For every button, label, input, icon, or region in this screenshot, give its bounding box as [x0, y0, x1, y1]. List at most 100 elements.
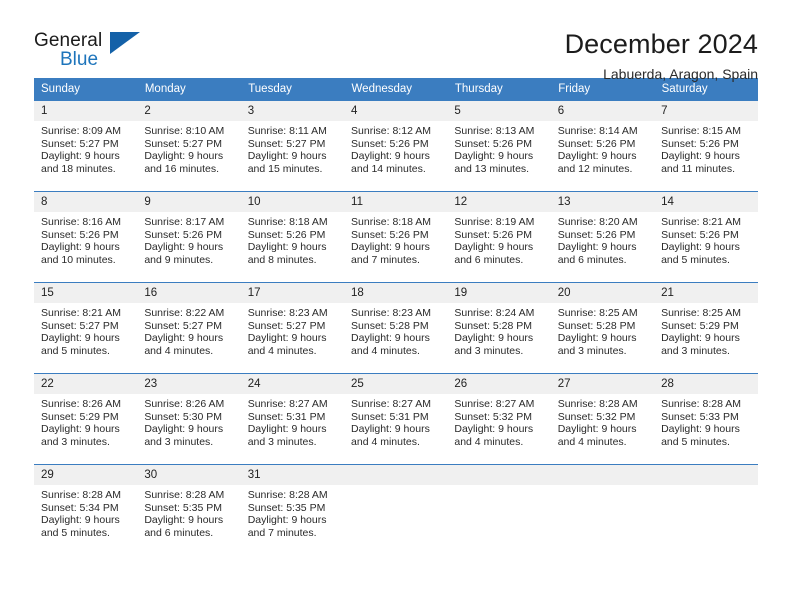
day-cell[interactable]: 17 Sunrise: 8:23 AM Sunset: 5:27 PM Dayligh…	[240, 282, 345, 374]
sunrise-text: Sunrise: 8:28 AM	[247, 489, 328, 501]
daylight-text-line2: and 4 minutes.	[247, 344, 317, 357]
day-cell[interactable]: 21 Sunrise: 8:25 AM Sunset: 5:29 PM Dayligh…	[654, 282, 758, 374]
daylight-text-line1: Daylight: 9 hours	[247, 332, 327, 345]
sunset-text: Sunset: 5:27 PM	[247, 137, 326, 150]
daylight-text-line2: and 4 minutes.	[351, 435, 420, 448]
day-info: Sunrise: 8:25 AM Sunset: 5:29 PM Daylight:…	[654, 303, 757, 357]
day-cell[interactable]: 11 Sunrise: 8:18 AM Sunset: 5:26 PM Dayligh…	[344, 191, 448, 283]
day-number: 21	[654, 283, 758, 303]
day-cell[interactable]: 26 Sunrise: 8:27 AM Sunset: 5:32 PM Dayligh…	[447, 373, 551, 465]
daylight-text-line2: and 16 minutes.	[144, 162, 220, 175]
calendar-page: General Blue December 2024 Labuerda, Ara…	[0, 0, 792, 612]
daylight-text-line1: Daylight: 9 hours	[351, 241, 430, 254]
daylight-text-line1: Daylight: 9 hours	[41, 514, 120, 527]
day-cell[interactable]: 18 Sunrise: 8:23 AM Sunset: 5:28 PM Dayligh…	[344, 282, 448, 374]
day-number: 14	[654, 192, 758, 212]
day-cell[interactable]: 15 Sunrise: 8:21 AM Sunset: 5:27 PM Dayligh…	[34, 282, 138, 374]
day-number: 3	[240, 101, 345, 121]
day-cell[interactable]: 9 Sunrise: 8:17 AM Sunset: 5:26 PM Daylight…	[137, 191, 241, 283]
day-info: Sunrise: 8:21 AM Sunset: 5:26 PM Daylight:…	[654, 212, 757, 266]
daylight-text-line1: Daylight: 9 hours	[557, 423, 637, 436]
day-cell[interactable]: 3 Sunrise: 8:11 AM Sunset: 5:27 PM Daylight…	[240, 100, 345, 192]
day-cell[interactable]: 8 Sunrise: 8:16 AM Sunset: 5:26 PM Daylight…	[34, 191, 138, 283]
week-row: 8 Sunrise: 8:16 AM Sunset: 5:26 PM Daylight…	[34, 191, 758, 283]
weekday-header-tuesday: Tuesday	[240, 78, 345, 101]
daylight-text-line1: Daylight: 9 hours	[661, 423, 740, 436]
day-cell[interactable]: 13 Sunrise: 8:20 AM Sunset: 5:26 PM Dayligh…	[550, 191, 655, 283]
sunrise-text: Sunrise: 8:24 AM	[454, 307, 535, 319]
daylight-text-line1: Daylight: 9 hours	[41, 332, 120, 345]
sunrise-text: Sunrise: 8:28 AM	[557, 398, 638, 410]
day-cell[interactable]: 6 Sunrise: 8:14 AM Sunset: 5:26 PM Daylight…	[550, 100, 655, 192]
sunset-text: Sunset: 5:31 PM	[247, 410, 326, 423]
day-info: Sunrise: 8:25 AM Sunset: 5:28 PM Daylight:…	[551, 303, 654, 357]
day-info: Sunrise: 8:12 AM Sunset: 5:26 PM Daylight:…	[344, 121, 447, 175]
sunset-text: Sunset: 5:26 PM	[144, 228, 222, 241]
weekday-header-monday: Monday	[137, 78, 242, 101]
sunset-text: Sunset: 5:28 PM	[557, 319, 636, 332]
day-info: Sunrise: 8:27 AM Sunset: 5:32 PM Daylight:…	[447, 394, 550, 448]
day-cell[interactable]: 16 Sunrise: 8:22 AM Sunset: 5:27 PM Dayligh…	[137, 282, 241, 374]
day-number: 30	[137, 465, 241, 485]
day-number: 29	[34, 465, 138, 485]
day-cell[interactable]: 4 Sunrise: 8:12 AM Sunset: 5:26 PM Daylight…	[344, 100, 448, 192]
sunrise-text: Sunrise: 8:17 AM	[144, 216, 225, 228]
daylight-text-line1: Daylight: 9 hours	[661, 241, 740, 254]
day-cell[interactable]: 25 Sunrise: 8:27 AM Sunset: 5:31 PM Dayligh…	[344, 373, 448, 465]
day-info: Sunrise: 8:10 AM Sunset: 5:27 PM Daylight:…	[137, 121, 240, 175]
sunset-text: Sunset: 5:27 PM	[41, 319, 119, 332]
day-cell[interactable]: 20 Sunrise: 8:25 AM Sunset: 5:28 PM Dayligh…	[550, 282, 655, 374]
day-info	[447, 485, 550, 489]
day-cell[interactable]: 14 Sunrise: 8:21 AM Sunset: 5:26 PM Dayligh…	[654, 191, 758, 283]
day-info: Sunrise: 8:27 AM Sunset: 5:31 PM Daylight:…	[241, 394, 344, 448]
sunset-text: Sunset: 5:26 PM	[247, 228, 326, 241]
daylight-text-line1: Daylight: 9 hours	[247, 514, 327, 527]
sunrise-text: Sunrise: 8:16 AM	[41, 216, 121, 228]
day-cell[interactable]: 2 Sunrise: 8:10 AM Sunset: 5:27 PM Daylight…	[137, 100, 241, 192]
sunrise-text: Sunrise: 8:26 AM	[41, 398, 121, 410]
sunset-text: Sunset: 5:32 PM	[454, 410, 533, 423]
sunrise-text: Sunrise: 8:12 AM	[351, 125, 431, 137]
day-cell[interactable]: 27 Sunrise: 8:28 AM Sunset: 5:32 PM Dayligh…	[550, 373, 655, 465]
sunrise-text: Sunrise: 8:23 AM	[351, 307, 431, 319]
day-info: Sunrise: 8:21 AM Sunset: 5:27 PM Daylight:…	[34, 303, 137, 357]
day-cell[interactable]: 30 Sunrise: 8:28 AM Sunset: 5:35 PM Dayligh…	[137, 464, 241, 551]
daylight-text-line2: and 14 minutes.	[351, 162, 426, 175]
day-cell[interactable]: 10 Sunrise: 8:18 AM Sunset: 5:26 PM Dayligh…	[240, 191, 345, 283]
day-cell[interactable]: 31 Sunrise: 8:28 AM Sunset: 5:35 PM Dayligh…	[240, 464, 345, 551]
day-cell[interactable]: 22 Sunrise: 8:26 AM Sunset: 5:29 PM Dayligh…	[34, 373, 138, 465]
daylight-text-line2: and 4 minutes.	[557, 435, 627, 448]
daylight-text-line2: and 3 minutes.	[144, 435, 214, 448]
sunrise-text: Sunrise: 8:21 AM	[41, 307, 121, 319]
daylight-text-line2: and 4 minutes.	[351, 344, 420, 357]
daylight-text-line1: Daylight: 9 hours	[247, 241, 327, 254]
day-cell[interactable]: 23 Sunrise: 8:26 AM Sunset: 5:30 PM Dayligh…	[137, 373, 241, 465]
day-cell[interactable]: 29 Sunrise: 8:28 AM Sunset: 5:34 PM Dayligh…	[34, 464, 138, 551]
day-number: 5	[447, 101, 551, 121]
day-cell[interactable]: 1 Sunrise: 8:09 AM Sunset: 5:27 PM Daylight…	[34, 100, 138, 192]
day-number: 9	[137, 192, 241, 212]
day-cell-empty	[447, 464, 551, 551]
daylight-text-line1: Daylight: 9 hours	[144, 423, 224, 436]
day-cell[interactable]: 5 Sunrise: 8:13 AM Sunset: 5:26 PM Daylight…	[447, 100, 551, 192]
day-number: 22	[34, 374, 138, 394]
daylight-text-line1: Daylight: 9 hours	[351, 332, 430, 345]
week-row: 29 Sunrise: 8:28 AM Sunset: 5:34 PM Dayligh…	[34, 464, 758, 551]
day-cell[interactable]: 19 Sunrise: 8:24 AM Sunset: 5:28 PM Dayligh…	[447, 282, 551, 374]
daylight-text-line2: and 6 minutes.	[557, 253, 627, 266]
day-number: 28	[654, 374, 758, 394]
day-cell[interactable]: 7 Sunrise: 8:15 AM Sunset: 5:26 PM Daylight…	[654, 100, 758, 192]
sunset-text: Sunset: 5:27 PM	[144, 319, 222, 332]
day-number: 10	[240, 192, 345, 212]
day-number: 11	[344, 192, 448, 212]
daylight-text-line1: Daylight: 9 hours	[41, 241, 120, 254]
daylight-text-line1: Daylight: 9 hours	[41, 150, 120, 163]
sunrise-text: Sunrise: 8:25 AM	[661, 307, 742, 319]
day-number: 24	[240, 374, 345, 394]
day-cell[interactable]: 28 Sunrise: 8:28 AM Sunset: 5:33 PM Dayligh…	[654, 373, 758, 465]
day-cell[interactable]: 12 Sunrise: 8:19 AM Sunset: 5:26 PM Dayligh…	[447, 191, 551, 283]
sunrise-text: Sunrise: 8:10 AM	[144, 125, 225, 137]
sunset-text: Sunset: 5:28 PM	[454, 319, 533, 332]
day-cell[interactable]: 24 Sunrise: 8:27 AM Sunset: 5:31 PM Dayligh…	[240, 373, 345, 465]
week-row: 1 Sunrise: 8:09 AM Sunset: 5:27 PM Daylight…	[34, 100, 758, 192]
